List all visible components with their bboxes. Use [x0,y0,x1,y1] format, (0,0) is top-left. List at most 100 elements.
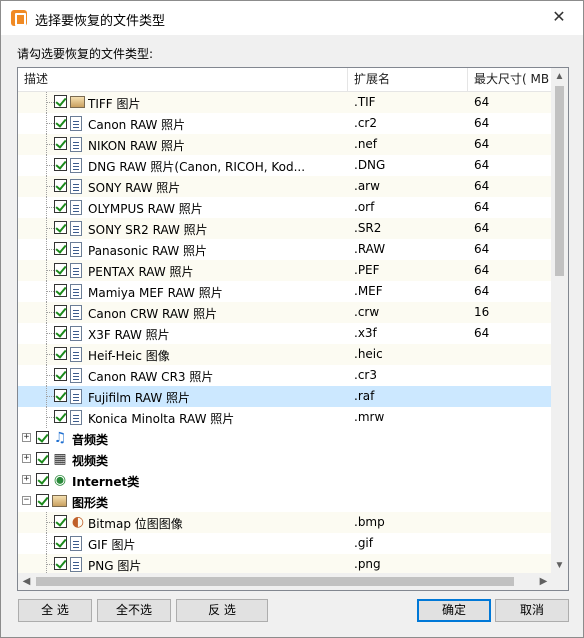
tree-group-row[interactable]: + ▦ 视频类 [18,449,552,470]
row-description: Canon CRW RAW 照片 [88,307,218,321]
checkbox-checked[interactable] [54,158,67,171]
tree-item-row[interactable]: NIKON RAW 照片 .nef 64 [18,134,552,155]
select-none-button[interactable]: 全不选 [97,599,171,622]
tree-item-row[interactable]: Heif-Heic 图像 .heic [18,344,552,365]
tree-item-row[interactable]: Canon RAW CR3 照片 .cr3 [18,365,552,386]
checkbox-checked[interactable] [54,200,67,213]
tree-item-row[interactable]: Fujifilm RAW 照片 .raf [18,386,552,407]
tree-item-row[interactable]: PNG 图片 .png [18,554,552,574]
row-description: PNG 图片 [88,559,142,573]
checkbox-checked[interactable] [54,179,67,192]
expand-icon[interactable]: + [22,475,31,484]
checkbox-checked[interactable] [54,326,67,339]
cancel-button[interactable]: 取消 [495,599,569,622]
column-header-description[interactable]: 描述 [18,68,348,92]
checkbox-checked[interactable] [54,410,67,423]
vertical-scroll-thumb[interactable] [555,86,564,276]
tree-item-row[interactable]: SONY RAW 照片 .arw 64 [18,176,552,197]
row-max-size: 64 [474,284,490,298]
checkbox-checked[interactable] [54,221,67,234]
tree-rows: TIFF 图片 .TIF 64 Canon RAW 照片 .cr2 64 NIKON RAW… [18,92,552,574]
checkbox-checked[interactable] [54,95,67,108]
select-all-button[interactable]: 全 选 [18,599,92,622]
file-icon [70,536,82,551]
row-max-size: 16 [474,305,490,319]
tree-item-row[interactable]: Canon RAW 照片 .cr2 64 [18,113,552,134]
invert-selection-button[interactable]: 反 选 [176,599,268,622]
row-max-size: 64 [474,200,490,214]
row-description: OLYMPUS RAW 照片 [88,202,203,216]
row-extension: .png [354,557,381,571]
horizontal-scrollbar[interactable]: ◀ ▶ [18,573,552,590]
expand-icon[interactable]: + [22,433,31,442]
row-description: X3F RAW 照片 [88,328,170,342]
row-description: Fujifilm RAW 照片 [88,391,191,405]
tree-group-row[interactable]: + ◉ Internet类 [18,470,552,491]
checkbox-checked[interactable] [36,494,49,507]
vertical-scrollbar[interactable]: ▲ ▼ [551,68,568,574]
window-title: 选择要恢复的文件类型 [35,14,166,29]
checkbox-checked[interactable] [54,347,67,360]
tree-item-row[interactable]: GIF 图片 .gif [18,533,552,554]
tree-item-row[interactable]: Konica Minolta RAW 照片 .mrw [18,407,552,428]
file-icon [70,389,82,404]
checkbox-checked[interactable] [54,284,67,297]
file-icon [70,242,82,257]
tree-item-row[interactable]: Mamiya MEF RAW 照片 .MEF 64 [18,281,552,302]
tree-item-row[interactable]: DNG RAW 照片(Canon, RICOH, Kod... .DNG 64 [18,155,552,176]
checkbox-checked[interactable] [54,305,67,318]
tree-item-row[interactable]: PENTAX RAW 照片 .PEF 64 [18,260,552,281]
file-icon [70,557,82,572]
scroll-left-icon[interactable]: ◀ [18,573,35,590]
close-button[interactable]: ✕ [537,3,581,33]
checkbox-checked[interactable] [54,368,67,381]
file-icon [70,347,82,362]
checkbox-checked[interactable] [54,536,67,549]
row-extension: .TIF [354,95,376,109]
row-description: Panasonic RAW 照片 [88,244,208,258]
tree-item-row[interactable]: X3F RAW 照片 .x3f 64 [18,323,552,344]
tree-item-row[interactable]: Canon CRW RAW 照片 .crw 16 [18,302,552,323]
row-extension: .gif [354,536,373,550]
row-max-size: 64 [474,158,490,172]
tree-item-row[interactable]: TIFF 图片 .TIF 64 [18,92,552,113]
checkbox-checked[interactable] [54,116,67,129]
checkbox-checked[interactable] [36,452,49,465]
row-description: NIKON RAW 照片 [88,139,186,153]
tree-group-row[interactable]: + ♫ 音频类 [18,428,552,449]
instruction-label: 请勾选要恢复的文件类型: [17,47,154,61]
expand-icon[interactable]: + [22,454,31,463]
collapse-icon[interactable]: − [22,496,31,505]
checkbox-checked[interactable] [36,473,49,486]
checkbox-checked[interactable] [54,242,67,255]
row-description: SONY RAW 照片 [88,181,181,195]
checkbox-checked[interactable] [54,263,67,276]
row-extension: .orf [354,200,375,214]
row-extension: .crw [354,305,380,319]
horizontal-scroll-thumb[interactable] [36,577,514,586]
row-extension: .RAW [354,242,386,256]
file-icon [70,116,82,131]
checkbox-checked[interactable] [54,515,67,528]
tree-group-row[interactable]: − 图形类 [18,491,552,512]
row-description: Internet类 [72,475,140,489]
tree-item-row[interactable]: SONY SR2 RAW 照片 .SR2 64 [18,218,552,239]
file-type-tree[interactable]: 描述 扩展名 最大尺寸( MB TIFF 图片 .TIF 64 Canon RAW 照… [17,67,569,591]
checkbox-checked[interactable] [36,431,49,444]
checkbox-checked[interactable] [54,557,67,570]
image-icon [70,96,85,108]
tree-item-row[interactable]: Panasonic RAW 照片 .RAW 64 [18,239,552,260]
scroll-up-icon[interactable]: ▲ [551,68,568,85]
checkbox-checked[interactable] [54,137,67,150]
tree-item-row[interactable]: OLYMPUS RAW 照片 .orf 64 [18,197,552,218]
column-header-max-size[interactable]: 最大尺寸( MB [468,68,552,92]
row-max-size: 64 [474,242,490,256]
row-max-size: 64 [474,179,490,193]
scroll-right-icon[interactable]: ▶ [535,573,552,590]
checkbox-checked[interactable] [54,389,67,402]
tree-item-row[interactable]: ◐ Bitmap 位图图像 .bmp [18,512,552,533]
file-icon [70,305,82,320]
ok-button[interactable]: 确定 [417,599,491,622]
scroll-down-icon[interactable]: ▼ [551,557,568,574]
column-header-extension[interactable]: 扩展名 [348,68,468,92]
